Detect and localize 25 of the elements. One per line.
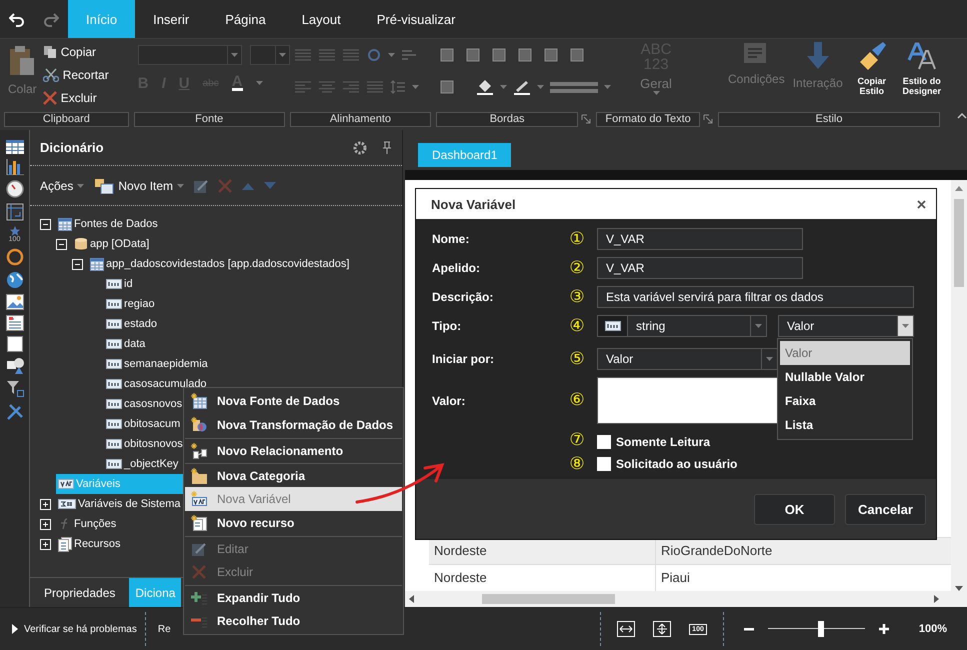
field-label: Nome:	[432, 231, 470, 248]
group-label: Alinhamento	[290, 112, 432, 126]
step-number: ⑥	[568, 389, 586, 412]
panel-title: Dicionário	[40, 140, 105, 155]
step-number: ②	[568, 257, 586, 279]
step-number: ①	[568, 228, 586, 250]
dialog: Nova Variável Nome: ① V_VAR Apelido: ② V_VAR Descrição: ③ Esta variável servirá para filtrar os dados Tipo: ④ string Valor Valor Nullable Valor Faixa Lista Iniciar por: ⑤ Valor Valor: ⑥ ⑦ Somente Leitura ⑧ Solicitado ao usuário OK Cancelar	[415, 188, 937, 540]
table-cell-text: RioGrandeDoNorte	[660, 542, 774, 560]
field-label: Valor:	[432, 392, 466, 410]
field-label: Iniciar por:	[432, 351, 496, 368]
field-label: Descrição:	[432, 289, 494, 306]
group-label: Formato do Texto	[596, 112, 700, 126]
step-number: ⑧	[568, 456, 586, 473]
step-number: ④	[568, 315, 586, 337]
field-label: Apelido:	[432, 260, 481, 277]
group-label: Bordas	[436, 112, 578, 126]
group-label: Estilo	[718, 112, 940, 126]
group-label: Fonte	[134, 112, 285, 126]
field-label: Tipo:	[432, 318, 462, 335]
table-cell-text: Piaui	[660, 569, 691, 587]
step-number: ③	[568, 286, 586, 308]
group-label: Clipboard	[4, 112, 129, 126]
dialog-title: Nova Variável	[431, 196, 516, 212]
step-number: ⑦	[568, 431, 586, 449]
zoom-value: 100%	[918, 623, 947, 635]
